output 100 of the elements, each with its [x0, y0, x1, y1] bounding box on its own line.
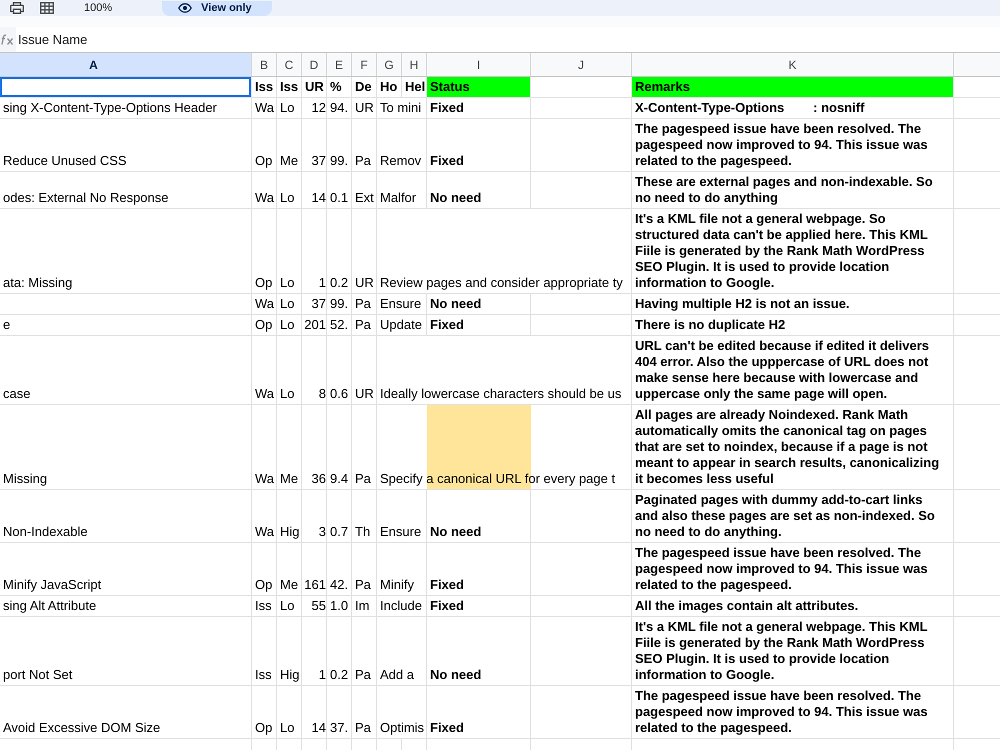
cell-text: Lo	[280, 386, 294, 402]
cell-text: Ensure	[380, 296, 422, 312]
cell-text: 161	[304, 577, 326, 593]
column-header[interactable]: I	[427, 53, 531, 76]
cell-text: 9.4	[330, 471, 348, 487]
cell-text: Pa	[355, 296, 371, 312]
cell-text: Wa	[255, 100, 274, 116]
cell-text: Me	[280, 153, 298, 169]
cell-text: Update	[380, 317, 422, 333]
column-header[interactable]: A	[0, 53, 252, 76]
cell-text: 3	[318, 524, 326, 540]
cell-text: sing Alt Attribute	[3, 598, 96, 614]
cell-text: The pagespeed issue have been resolved. The pagespeed now improved to 94. This issue was related to the pagespeed.	[635, 545, 929, 593]
cell-text: 12	[312, 100, 326, 116]
cell-text: Pa	[355, 317, 371, 333]
cell-text: Avoid Excessive DOM Size	[3, 720, 160, 736]
cell-text: 1	[318, 275, 326, 291]
cell-text: 37	[312, 296, 326, 312]
cell-text: 37	[312, 153, 326, 169]
cell-text: Me	[280, 577, 298, 593]
column-header[interactable]: K	[632, 53, 954, 76]
cell-text: Ext	[355, 190, 374, 206]
cell-text: 36	[312, 471, 326, 487]
cell-text: Review pages and consider appropriate ty	[380, 275, 623, 291]
cell-text: Add a	[380, 667, 414, 683]
cell-text: 0.6	[330, 386, 348, 402]
cell-text: UR	[355, 275, 374, 291]
column-header[interactable]: G	[377, 53, 402, 76]
cell-text: 99.	[330, 296, 348, 312]
cell-text: Non-Indexable	[3, 524, 88, 540]
column-heading: UR	[305, 79, 324, 95]
column-header[interactable]: E	[327, 53, 352, 76]
cell-text: The pagespeed issue have been resolved. The pagespeed now improved to 94. This issue was related to the pagespeed.	[635, 121, 929, 169]
cell-text: Hig	[280, 667, 300, 683]
cell-text: These are external pages and non-indexable. So no need to do anything	[635, 174, 934, 206]
cell-text: 99.	[330, 153, 348, 169]
cell-text: Me	[280, 471, 298, 487]
cell-text: No need	[430, 190, 482, 206]
cell-text: Minify JavaScript	[3, 577, 102, 593]
column-heading: De	[355, 79, 372, 95]
cell-text: Fixed	[430, 100, 464, 116]
cell-text: Remov	[380, 153, 422, 169]
print-icon[interactable]	[10, 2, 24, 14]
column-heading: Remarks	[635, 79, 690, 95]
column-header[interactable]: B	[252, 53, 277, 76]
column-heading: Iss	[280, 79, 298, 95]
cell-text: sing X-Content-Type-Options Header	[3, 100, 217, 116]
cell-text: All pages are already Noindexed. Rank Math automatically omits the canonical tag on pages that are set to noindex, because if a page is not meant to appear in search results, canonicalizing it becomes less useful	[635, 407, 940, 487]
cell-text: 14	[312, 720, 326, 736]
column-heading: Iss	[255, 79, 274, 95]
cell-text: No need	[430, 524, 482, 540]
cell-text: 1.0	[330, 598, 348, 614]
cell-text: Hig	[280, 524, 300, 540]
cell-text: UR	[355, 386, 374, 402]
cell-text: Pa	[355, 153, 371, 169]
column-header[interactable]: J	[531, 53, 632, 76]
column-header[interactable]: C	[277, 53, 302, 76]
cell-text: URL can't be edited because if edited it delivers 404 error. Also the upppercase of URL does not make sense here because with lowercase and uppercase only the same page will open.	[635, 338, 930, 402]
cell-text: To mini	[380, 100, 422, 116]
cell-text: Lo	[280, 275, 294, 291]
cell-text: Op	[255, 720, 272, 736]
formula-field[interactable]: Issue Name	[16, 27, 1000, 52]
cell-text: 52.	[330, 317, 348, 333]
cell-text: 94.	[330, 100, 348, 116]
cell-text: Lo	[280, 720, 294, 736]
column-header[interactable]: F	[352, 53, 377, 76]
cell-text: case	[3, 386, 30, 402]
cell-text: 0.7	[330, 524, 348, 540]
cell-text: Having multiple H2 is not an issue.	[635, 296, 850, 312]
cell-text: Op	[255, 275, 272, 291]
cell-text: Lo	[280, 598, 294, 614]
cell-text: Malfor	[380, 190, 416, 206]
column-header[interactable]: D	[302, 53, 327, 76]
cell-text: Lo	[280, 317, 294, 333]
cell-text: Wa	[255, 524, 274, 540]
cell-text: 14	[312, 190, 326, 206]
cell-text: 0.2	[330, 275, 348, 291]
grid-icon[interactable]	[40, 2, 54, 14]
cell-text: Op	[255, 153, 272, 169]
selected-cell[interactable]	[0, 77, 252, 97]
eye-icon	[178, 3, 192, 13]
cell-text: 0.1	[330, 190, 348, 206]
column-heading: %	[330, 79, 342, 95]
zoom-select[interactable]: 100%	[84, 1, 112, 15]
cell-text: Wa	[255, 190, 274, 206]
cell-text: 201	[304, 317, 326, 333]
cell-text: Ensure	[380, 524, 422, 540]
cell-text: 0.2	[330, 667, 348, 683]
cell-text: Lo	[280, 100, 294, 116]
cell-text: Pa	[355, 471, 371, 487]
view-only-button[interactable]: View only	[162, 0, 272, 16]
cell-text: Ideally lowercase characters should be us	[380, 386, 622, 402]
cell-text: 37.	[330, 720, 348, 736]
cell-text: No need	[430, 667, 482, 683]
column-header[interactable]: H	[402, 53, 427, 76]
cell-text: Pa	[355, 720, 371, 736]
cell-text: Fixed	[430, 598, 464, 614]
cell-text: Include	[380, 598, 422, 614]
cell-text: All the images contain alt attributes.	[635, 598, 858, 614]
cell-text: Iss	[255, 598, 272, 614]
